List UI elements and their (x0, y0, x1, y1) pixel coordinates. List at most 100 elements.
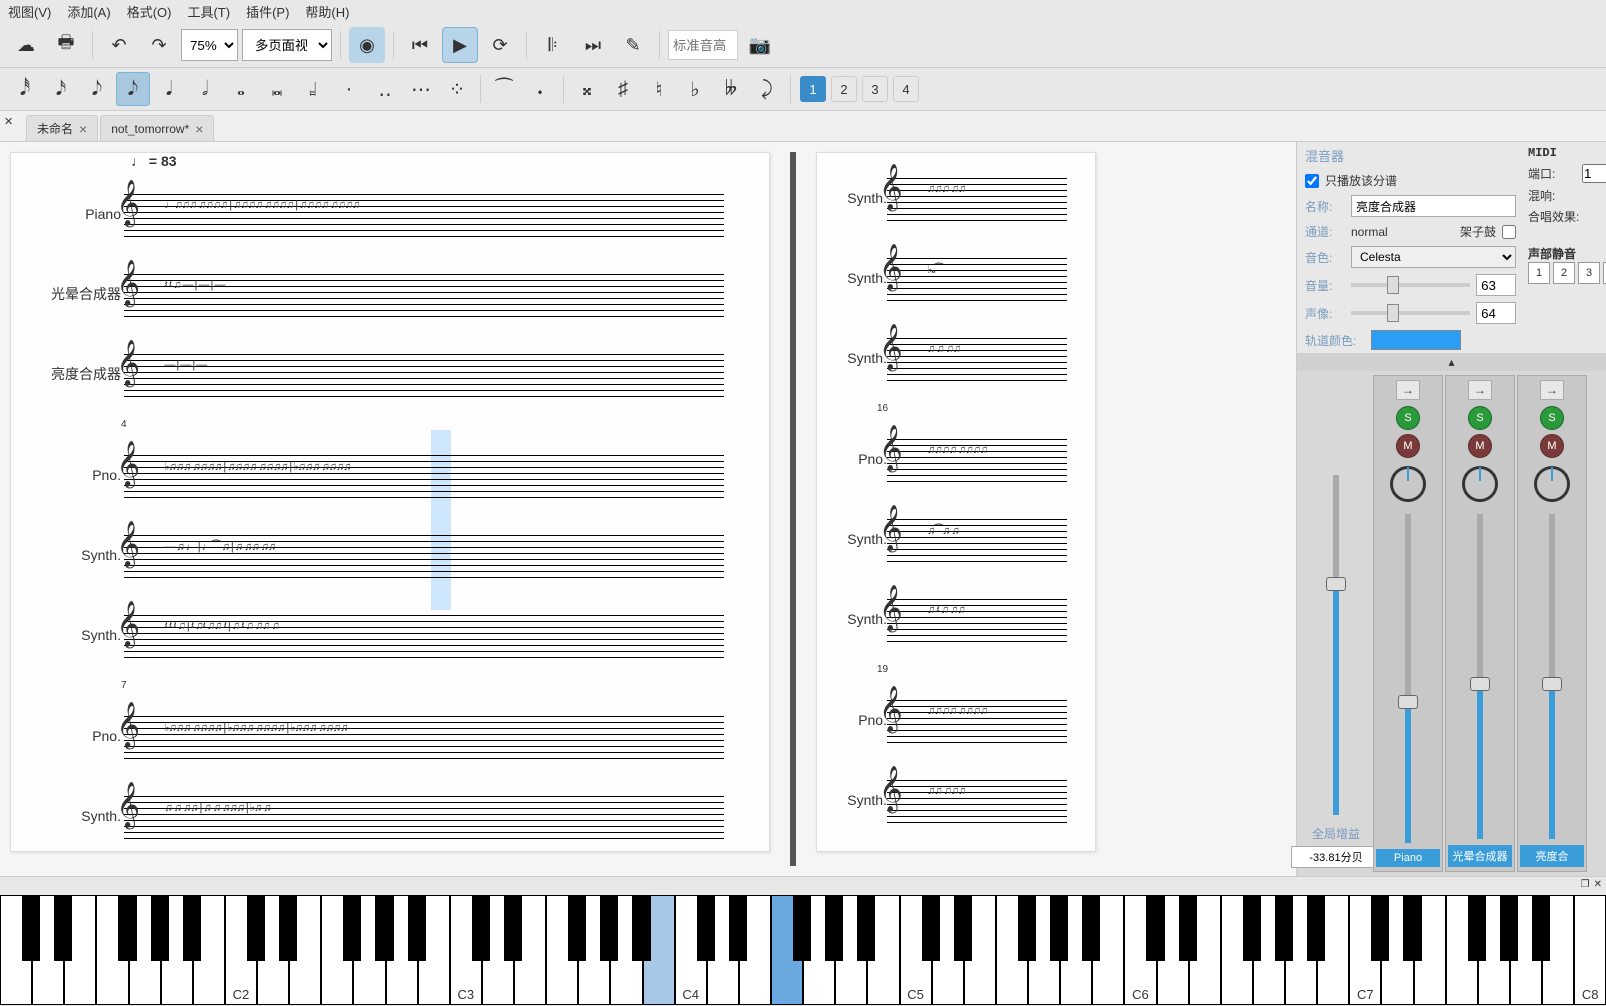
track-color-swatch[interactable] (1371, 330, 1461, 350)
staff[interactable]: 𝄽 𝄽 𝄽 ♫ | 𝄽 ♫𝄽 ♫♫ 𝄽 | ♫ 𝄽 ♫ ♫♫ ♫ (124, 610, 724, 660)
piano-black-key[interactable] (504, 896, 522, 961)
piano-white-key[interactable] (96, 895, 128, 1005)
quad-dot-icon[interactable]: ⁘ (440, 72, 474, 106)
voice-1-button[interactable]: 1 (800, 76, 826, 102)
piano-black-key[interactable] (1468, 896, 1486, 961)
tab-close-all[interactable]: ✕ (4, 115, 24, 141)
piano-black-key[interactable] (1371, 896, 1389, 961)
piano-black-key[interactable] (118, 896, 136, 961)
piano-black-key[interactable] (1307, 896, 1325, 961)
piano-black-key[interactable] (954, 896, 972, 961)
note-breve-icon[interactable]: 𝅜 (260, 72, 294, 106)
volume-slider[interactable] (1351, 283, 1470, 287)
note-16th-icon[interactable]: 𝅘𝅥𝅮 (80, 72, 114, 106)
fader-slider[interactable] (1405, 514, 1411, 843)
sound-select[interactable]: Celesta (1351, 246, 1516, 268)
staff[interactable]: 𝄽 𝄽 ♫ — | — | — (124, 269, 724, 319)
pan-knob[interactable] (1390, 466, 1426, 502)
piano-black-key[interactable] (729, 896, 747, 961)
piano-white-key[interactable]: C6 (1124, 895, 1156, 1005)
mute-button[interactable]: M (1396, 434, 1420, 458)
score-canvas[interactable]: ♩ = 83 Piano ♩♫♫♫ ♫♫♫♫ | ♫♫♫♫ ♫♫♫♫ | ♫♫♫… (0, 142, 1296, 876)
menu-view[interactable]: 视图(V) (8, 2, 51, 21)
note-quarter-icon[interactable]: 𝅘𝅥 (152, 72, 186, 106)
piano-black-key[interactable] (247, 896, 265, 961)
staff[interactable]: ♫⁀♫ ♫ (887, 514, 1067, 564)
undo-icon[interactable]: ↶ (101, 27, 137, 63)
play-button[interactable]: ▶ (442, 27, 478, 63)
solo-button[interactable]: S (1540, 406, 1564, 430)
fader-slider[interactable] (1477, 514, 1483, 839)
note-longa-icon[interactable]: 𝆷 (296, 72, 330, 106)
piano-black-key[interactable] (600, 896, 618, 961)
natural-icon[interactable]: ♮ (642, 72, 676, 106)
name-input[interactable] (1351, 195, 1516, 217)
piano-black-key[interactable] (1050, 896, 1068, 961)
pan-input[interactable] (1476, 302, 1516, 324)
edit-icon[interactable]: ✎ (615, 27, 651, 63)
piano-black-key[interactable] (697, 896, 715, 961)
print-icon[interactable]: 🖶 (48, 27, 84, 63)
master-fader-slider[interactable] (1333, 475, 1339, 815)
fader-slider[interactable] (1549, 514, 1555, 839)
piano-white-key[interactable] (546, 895, 578, 1005)
restore-icon[interactable]: ❐ (1581, 879, 1590, 890)
redo-icon[interactable]: ↷ (141, 27, 177, 63)
mute-voice-3[interactable]: 3 (1578, 262, 1600, 284)
piano-black-key[interactable] (1018, 896, 1036, 961)
piano-black-key[interactable] (793, 896, 811, 961)
flip-icon[interactable]: ⤸ (750, 72, 784, 106)
piano-black-key[interactable] (472, 896, 490, 961)
staff[interactable]: ♫ ♫ ♫♫ (887, 333, 1067, 383)
repeat-start-icon[interactable]: 𝄆 (535, 27, 571, 63)
solo-button[interactable]: S (1396, 406, 1420, 430)
solo-button[interactable]: S (1468, 406, 1492, 430)
expand-icon[interactable]: → (1396, 380, 1420, 400)
note-32nd-icon[interactable]: 𝅘𝅥𝅯 (44, 72, 78, 106)
mute-button[interactable]: M (1468, 434, 1492, 458)
loop-icon[interactable]: ⟳ (482, 27, 518, 63)
piano-white-key[interactable]: C5 (900, 895, 932, 1005)
menu-help[interactable]: 帮助(H) (305, 2, 349, 21)
menu-format[interactable]: 格式(O) (127, 2, 172, 21)
piano-black-key[interactable] (183, 896, 201, 961)
piano-black-key[interactable] (1403, 896, 1421, 961)
piano-white-key[interactable]: C2 (225, 895, 257, 1005)
play-part-checkbox[interactable] (1305, 174, 1319, 188)
tab-not-tomorrow[interactable]: not_tomorrow*× (100, 115, 214, 141)
piano-black-key[interactable] (1146, 896, 1164, 961)
piano-keyboard[interactable]: C2C3C4C5C6C7C8 (0, 895, 1606, 1005)
voice-3-button[interactable]: 3 (862, 76, 888, 102)
piano-black-key[interactable] (1082, 896, 1100, 961)
menu-add[interactable]: 添加(A) (67, 2, 110, 21)
piano-black-key[interactable] (279, 896, 297, 961)
staff[interactable]: ♫ 𝄽 ♫ ♫♫ (887, 594, 1067, 644)
expand-icon[interactable]: → (1540, 380, 1564, 400)
zoom-select[interactable]: 75% (181, 29, 238, 61)
voice-4-button[interactable]: 4 (893, 76, 919, 102)
master-gain-input[interactable] (1291, 846, 1381, 868)
piano-white-key[interactable] (321, 895, 353, 1005)
staff[interactable]: ♫♫♫♫ ♫♫♫♫ (887, 695, 1067, 745)
close-icon[interactable]: × (79, 121, 87, 137)
expand-icon[interactable]: → (1468, 380, 1492, 400)
piano-white-key[interactable] (996, 895, 1028, 1005)
piano-black-key[interactable] (568, 896, 586, 961)
drum-checkbox[interactable] (1502, 225, 1516, 239)
piano-black-key[interactable] (22, 896, 40, 961)
triple-dot-icon[interactable]: ⋯ (404, 72, 438, 106)
close-icon[interactable]: ✕ (1594, 879, 1602, 890)
piano-black-key[interactable] (343, 896, 361, 961)
staff[interactable]: — ♫ ♩ | ♩⁀ ♫ | ♫ ♫♫ ♫♫ (124, 530, 724, 580)
note-half-icon[interactable]: 𝅗𝅥 (188, 72, 222, 106)
note-64th-icon[interactable]: 𝅘𝅥𝅰 (8, 72, 42, 106)
rewind-icon[interactable]: ⏮ (402, 27, 438, 63)
pitch-input[interactable] (668, 30, 738, 60)
piano-white-key[interactable]: C4 (675, 895, 707, 1005)
close-icon[interactable]: × (195, 121, 203, 137)
camera-icon[interactable]: 📷 (742, 27, 778, 63)
note-8th-icon[interactable]: 𝅘𝅥𝅮 (116, 72, 150, 106)
staff[interactable]: ♭♫♫♫ ♫♫♫♫ | ♫♫♫♫ ♫♫♫♫ | ♭♫♫♫ ♫♫♫♫ (124, 450, 724, 500)
sharp-icon[interactable]: ♯ (606, 72, 640, 106)
piano-black-key[interactable] (1275, 896, 1293, 961)
